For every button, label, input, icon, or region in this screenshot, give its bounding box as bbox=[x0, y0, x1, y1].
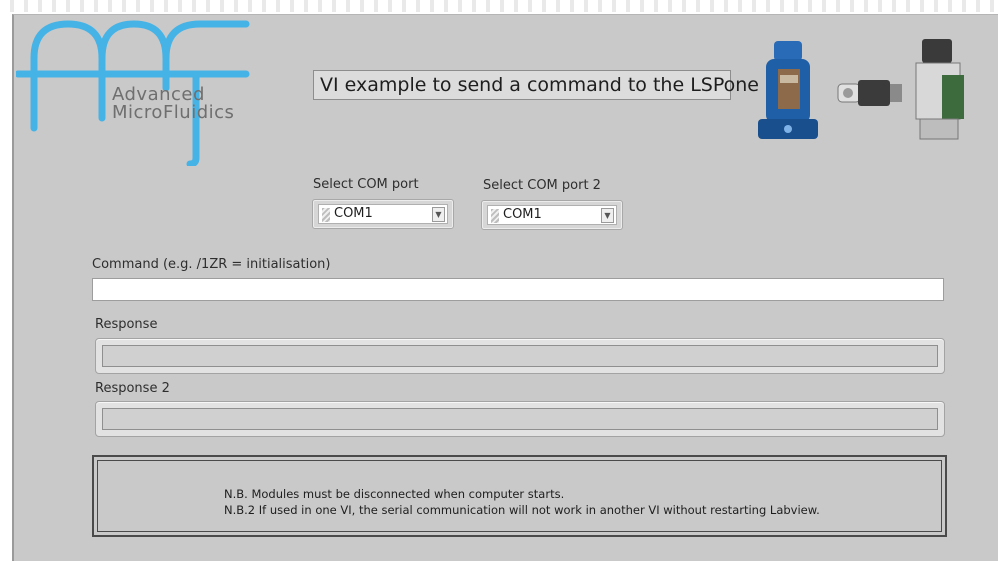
valve-module-image bbox=[908, 35, 968, 145]
lspone-device-image bbox=[752, 35, 822, 145]
response-indicator bbox=[95, 338, 945, 374]
page-title: VI example to send a command to the LSPo… bbox=[313, 70, 759, 100]
chevron-down-icon[interactable]: ▼ bbox=[601, 208, 614, 223]
chevron-down-icon[interactable]: ▼ bbox=[432, 207, 445, 222]
logo-text-microfluidics: MicroFluidics bbox=[112, 102, 235, 123]
window-top-border bbox=[0, 0, 998, 12]
pump-module-image bbox=[834, 70, 904, 115]
com-port-select[interactable]: COM1 ▼ bbox=[312, 199, 454, 229]
command-label: Command (e.g. /1ZR = initialisation) bbox=[92, 257, 331, 272]
com-port-2-label: Select COM port 2 bbox=[483, 178, 601, 193]
com-port-2-select[interactable]: COM1 ▼ bbox=[481, 200, 623, 230]
note-line-1: N.B. Modules must be disconnected when c… bbox=[224, 487, 565, 501]
visa-io-icon bbox=[491, 209, 499, 223]
response-value bbox=[102, 345, 938, 367]
notes-box: N.B. Modules must be disconnected when c… bbox=[92, 455, 947, 537]
visa-io-icon bbox=[322, 208, 330, 222]
amf-logo: Advanced MicroFluidics bbox=[14, 18, 251, 168]
com-port-label: Select COM port bbox=[313, 177, 419, 192]
note-line-2: N.B.2 If used in one VI, the serial comm… bbox=[224, 503, 820, 517]
response-2-label: Response 2 bbox=[95, 381, 170, 396]
com-port-value: COM1 bbox=[334, 206, 373, 221]
response-2-indicator bbox=[95, 401, 945, 437]
response-2-value bbox=[102, 408, 938, 430]
command-input[interactable] bbox=[92, 278, 944, 301]
response-label: Response bbox=[95, 317, 158, 332]
com-port-2-value: COM1 bbox=[503, 207, 542, 222]
